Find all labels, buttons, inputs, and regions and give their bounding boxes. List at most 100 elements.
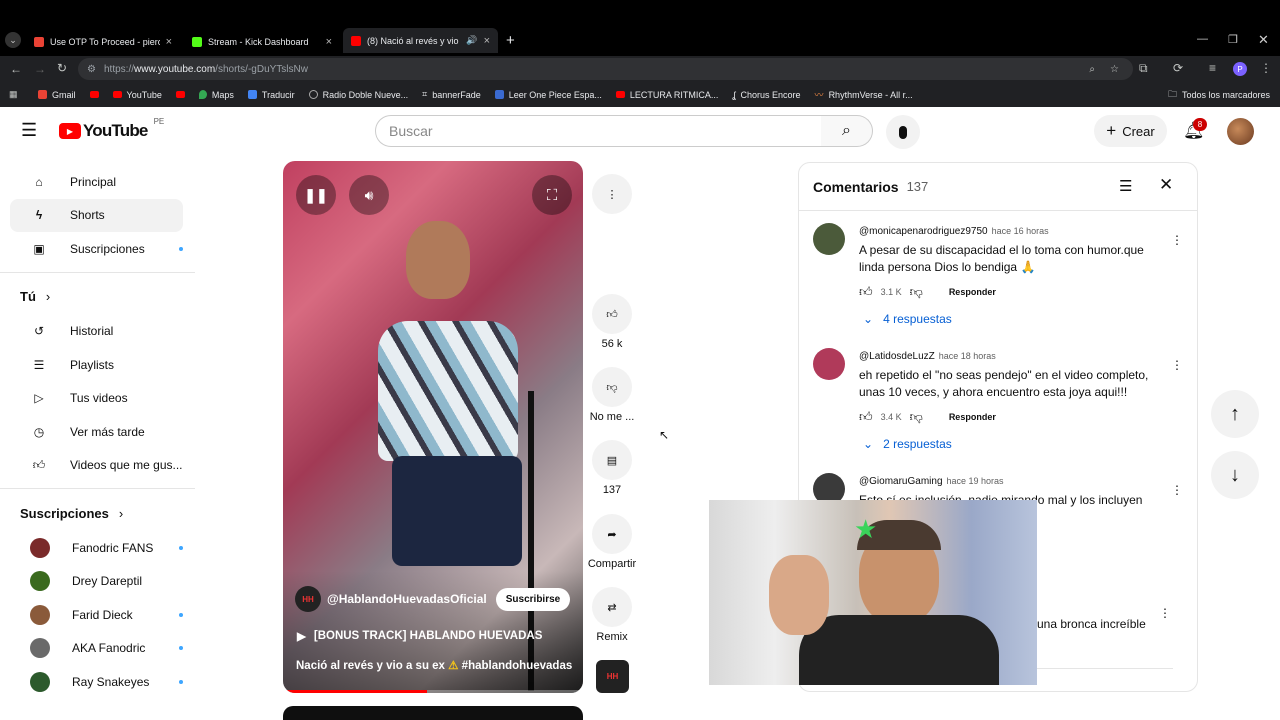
volume-button[interactable]: 🔊︎ — [349, 175, 389, 215]
search-button[interactable]: ⌕ — [821, 115, 873, 147]
bookmark-lectura[interactable]: LECTURA RITMICA... — [615, 90, 718, 100]
account-avatar[interactable] — [1227, 118, 1254, 145]
apps-icon[interactable]: ▦ — [9, 89, 18, 100]
close-window-icon[interactable]: ✕ — [1258, 32, 1269, 48]
tab-kick[interactable]: Stream - Kick Dashboard × — [184, 31, 340, 53]
restore-icon[interactable]: ❐ — [1228, 33, 1238, 46]
sidebar-item-playlists[interactable]: ☰ Playlists — [10, 348, 183, 382]
tab-youtube[interactable]: (8) Nació al revés y vio a su 🔊 × — [343, 28, 498, 53]
channel-name[interactable]: @HablandoHuevadasOficial — [327, 592, 487, 606]
next-short-button[interactable]: ↓ — [1211, 451, 1259, 499]
new-tab-icon[interactable]: + — [506, 32, 515, 49]
audio-playing-icon[interactable]: 🔊 — [466, 35, 477, 46]
browser-menu-icon[interactable]: ⋮ — [1260, 61, 1272, 75]
minimize-icon[interactable]: — — [1197, 33, 1208, 45]
previous-short-button[interactable]: ↑ — [1211, 390, 1259, 438]
comment-time[interactable]: hace 16 horas — [992, 226, 1049, 236]
remix-action[interactable]: ⇄ Remix — [588, 587, 636, 643]
like-comment-icon[interactable]: 👍︎ — [859, 284, 873, 300]
bookmark-star-icon[interactable]: ☆ — [1110, 64, 1119, 75]
sidebar-sub-farid-dieck[interactable]: Farid Dieck — [10, 598, 183, 632]
bookmark-onepiece[interactable]: Leer One Piece Espa... — [494, 90, 602, 100]
sidebar-item-liked-videos[interactable]: 👍︎ Videos que me gus... — [10, 449, 183, 483]
tab-close-icon[interactable]: × — [166, 36, 172, 48]
create-button[interactable]: + Crear — [1094, 115, 1167, 147]
replies-toggle[interactable]: ⌄ 2 respuestas — [859, 437, 1149, 451]
close-icon[interactable]: ✕ — [1159, 175, 1173, 195]
sidebar-item-tus-videos[interactable]: ▷ Tus videos — [10, 382, 183, 416]
comment-menu-icon[interactable]: ⋮ — [1171, 233, 1183, 247]
bookmark-youtube[interactable]: YouTube — [112, 90, 162, 100]
hamburger-menu-icon[interactable]: ☰ — [21, 120, 37, 141]
sidebar-item-ver-mas-tarde[interactable]: ◷ Ver más tarde — [10, 415, 183, 449]
downloads-icon[interactable]: ⟳ — [1173, 61, 1183, 75]
reading-list-icon[interactable]: ≡ — [1209, 61, 1216, 75]
short-video-player[interactable]: ❚❚ 🔊︎ ⛶ HH @HablandoHuevadasOficial Susc… — [283, 161, 583, 693]
share-button[interactable]: ➦ — [592, 514, 632, 554]
sidebar-sub-aka-fanodric[interactable]: AKA Fanodric — [10, 632, 183, 666]
comment-menu-icon[interactable]: ⋮ — [1171, 358, 1183, 372]
bookmark-bannerfade[interactable]: ⌗ bannerFade — [422, 89, 481, 100]
subscribe-button[interactable]: Suscribirse — [495, 587, 571, 611]
sidebar-sub-ray-snakeyes[interactable]: Ray Snakeyes — [10, 665, 183, 699]
share-action[interactable]: ➦ Compartir — [588, 514, 636, 570]
next-short-preview[interactable] — [283, 706, 583, 720]
comments-button[interactable]: ▤ — [592, 440, 632, 480]
comment-author[interactable]: @monicapenarodriguez9750 — [859, 226, 988, 237]
profile-avatar[interactable]: P — [1233, 62, 1247, 76]
bookmark-maps[interactable]: Maps — [198, 90, 234, 100]
url-field[interactable]: ⚙ https://www.youtube.com/shorts/-gDuYTs… — [78, 58, 1133, 80]
site-info-icon[interactable]: ⚙ — [87, 64, 96, 75]
pause-button[interactable]: ❚❚ — [296, 175, 336, 215]
more-button[interactable]: ⋮ — [592, 174, 632, 214]
sidebar-sub-fanodric-fans[interactable]: Fanodric FANS — [10, 531, 183, 565]
like-action[interactable]: 👍︎ 56 k — [588, 294, 636, 350]
bookmark-radio[interactable]: Radio Doble Nueve... — [308, 90, 408, 100]
comment-author[interactable]: @GiomaruGaming — [859, 476, 943, 487]
more-options-button[interactable]: ⋮ — [588, 174, 636, 214]
avatar[interactable] — [813, 223, 845, 255]
remix-button[interactable]: ⇄ — [592, 587, 632, 627]
sidebar-item-principal[interactable]: ⌂ Principal — [10, 165, 183, 199]
tab-close-icon[interactable]: × — [484, 35, 490, 47]
comment-author[interactable]: @LatidosdeLuzZ — [859, 351, 935, 362]
reload-icon[interactable]: ↻ — [57, 61, 67, 75]
bookmark-traducir[interactable]: Traducir — [247, 90, 295, 100]
bookmark-youtube-a[interactable] — [89, 91, 99, 98]
replies-toggle[interactable]: ⌄ 4 respuestas — [859, 312, 1149, 326]
comments-action[interactable]: ▤ 137 — [588, 440, 636, 496]
fullscreen-button[interactable]: ⛶ — [532, 175, 572, 215]
comment-time[interactable]: hace 18 horas — [939, 351, 996, 361]
sidebar-you-heading[interactable]: Tú › — [0, 279, 195, 315]
zoom-icon[interactable]: ⌕ — [1089, 64, 1095, 75]
reply-button[interactable]: Responder — [949, 287, 996, 297]
tab-gmail[interactable]: Use OTP To Proceed - piero67a × — [26, 31, 180, 53]
bookmark-rhythmverse[interactable]: 〰 RhythmVerse - All r... — [815, 88, 913, 101]
tab-search-icon[interactable]: ⌄ — [5, 32, 21, 48]
tab-close-icon[interactable]: × — [326, 36, 332, 48]
bookmark-youtube-b[interactable] — [175, 91, 185, 98]
youtube-logo[interactable]: ▶ YouTube PE — [59, 117, 164, 141]
avatar[interactable] — [813, 348, 845, 380]
dislike-button[interactable]: 👎︎ — [592, 367, 632, 407]
comment-time[interactable]: hace 19 horas — [947, 476, 1004, 486]
like-comment-icon[interactable]: 👍︎ — [859, 409, 873, 425]
dislike-action[interactable]: 👎︎ No me ... — [588, 367, 636, 423]
all-bookmarks[interactable]: 🗀 Todos los marcadores — [1168, 87, 1270, 103]
dislike-comment-icon[interactable]: 👎︎ — [910, 284, 923, 300]
hashtag-link[interactable]: #hablandohuevadas — [462, 660, 573, 672]
playlist-row[interactable]: ▶ [BONUS TRACK] HABLANDO HUEVADAS — [297, 629, 542, 643]
voice-search-button[interactable] — [886, 115, 920, 149]
comment-menu-icon[interactable]: ⋮ — [1171, 483, 1183, 497]
search-input[interactable]: Buscar — [375, 115, 822, 147]
back-icon[interactable]: ← — [10, 62, 22, 76]
sidebar-item-suscripciones[interactable]: ▣ Suscripciones — [10, 232, 183, 266]
dislike-comment-icon[interactable]: 👎︎ — [910, 409, 923, 425]
sidebar-item-historial[interactable]: ↺ Historial — [10, 315, 183, 349]
extensions-icon[interactable]: ⧉ — [1139, 61, 1148, 76]
progress-bar[interactable] — [283, 690, 583, 693]
sidebar-subs-heading[interactable]: Suscripciones › — [0, 495, 195, 531]
sort-icon[interactable]: ☰ — [1119, 177, 1132, 195]
channel-avatar[interactable]: HH — [295, 586, 321, 612]
forward-icon[interactable]: → — [34, 62, 46, 76]
